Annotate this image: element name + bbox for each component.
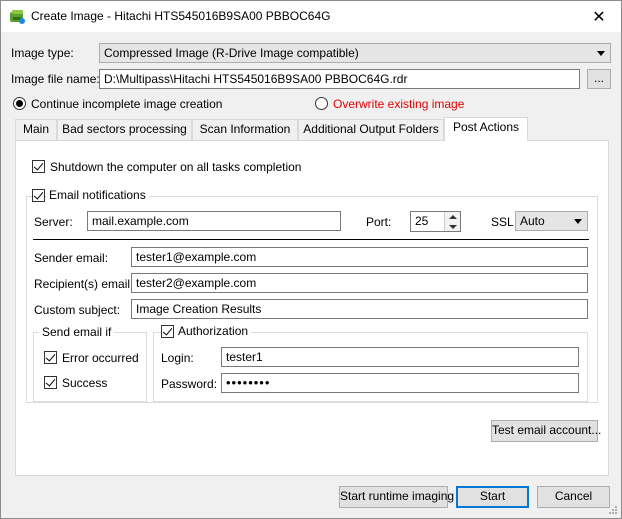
port-stepper[interactable]: 25 xyxy=(410,211,461,232)
custom-subject-label: Custom subject: xyxy=(34,303,121,317)
login-input[interactable]: tester1 xyxy=(221,347,579,367)
window-title: Create Image - Hitachi HTS545016B9SA00 P… xyxy=(31,9,331,23)
continue-label: Continue incomplete image creation xyxy=(31,97,223,111)
password-label: Password: xyxy=(161,377,218,391)
cancel-button[interactable]: Cancel xyxy=(537,486,610,508)
create-image-dialog: Create Image - Hitachi HTS545016B9SA00 P… xyxy=(0,0,622,519)
email-separator xyxy=(33,239,589,240)
recipient-email-value: tester2@example.com xyxy=(136,276,257,290)
image-type-value: Compressed Image (R-Drive Image compatib… xyxy=(104,46,359,60)
close-icon: ✕ xyxy=(592,8,606,26)
image-file-input[interactable]: D:\Multipass\Hitachi HTS545016B9SA00 PBB… xyxy=(99,69,580,89)
send-email-if-title: Send email if xyxy=(39,325,115,339)
close-button[interactable]: ✕ xyxy=(577,1,621,32)
port-label: Port: xyxy=(366,215,392,229)
server-value: mail.example.com xyxy=(92,214,189,228)
resize-grip-icon[interactable] xyxy=(608,505,618,515)
ssl-label: SSL xyxy=(491,215,514,229)
port-spin-buttons[interactable] xyxy=(444,212,460,231)
start-button[interactable]: Start xyxy=(456,486,529,508)
password-value: •••••••• xyxy=(226,375,271,390)
image-file-value: D:\Multipass\Hitachi HTS545016B9SA00 PBB… xyxy=(104,72,408,86)
recipient-email-input[interactable]: tester2@example.com xyxy=(131,273,588,293)
sender-email-label: Sender email: xyxy=(34,251,109,265)
browse-button[interactable]: ... xyxy=(587,69,611,89)
test-email-account-button[interactable]: Test email account... xyxy=(491,420,601,442)
success-checkbox[interactable] xyxy=(44,376,57,389)
recipient-email-label: Recipient(s) email: xyxy=(34,277,134,291)
image-type-label: Image type: xyxy=(11,46,74,60)
app-icon xyxy=(10,10,25,24)
success-label: Success xyxy=(62,376,108,390)
chevron-down-icon xyxy=(597,51,605,56)
shutdown-label: Shutdown the computer on all tasks compl… xyxy=(50,160,302,174)
authorization-checkbox[interactable] xyxy=(161,325,174,338)
sender-email-input[interactable]: tester1@example.com xyxy=(131,247,588,267)
spin-up-icon xyxy=(449,215,457,219)
shutdown-checkbox[interactable] xyxy=(32,160,45,173)
overwrite-radio[interactable] xyxy=(315,97,328,110)
spin-down-icon xyxy=(449,225,457,229)
tab-additional-output-folders[interactable]: Additional Output Folders xyxy=(298,119,444,140)
login-value: tester1 xyxy=(226,350,263,364)
email-notifications-label: Email notifications xyxy=(46,188,149,202)
tab-bad-sectors[interactable]: Bad sectors processing xyxy=(57,119,192,140)
password-input[interactable]: •••••••• xyxy=(221,373,579,393)
ssl-value: Auto xyxy=(520,214,545,228)
server-label: Server: xyxy=(34,215,73,229)
custom-subject-input[interactable]: Image Creation Results xyxy=(131,299,588,319)
tab-main[interactable]: Main xyxy=(15,119,57,140)
ssl-select[interactable]: Auto xyxy=(515,211,588,231)
continue-radio[interactable] xyxy=(13,97,26,110)
title-bar: Create Image - Hitachi HTS545016B9SA00 P… xyxy=(1,1,621,32)
start-runtime-imaging-button[interactable]: Start runtime imaging xyxy=(339,486,454,508)
server-input[interactable]: mail.example.com xyxy=(87,211,341,231)
image-file-label: Image file name: xyxy=(11,72,100,86)
sender-email-value: tester1@example.com xyxy=(136,250,257,264)
email-notifications-checkbox[interactable] xyxy=(32,189,45,202)
chevron-down-icon xyxy=(574,219,582,224)
overwrite-label: Overwrite existing image xyxy=(333,97,465,111)
tab-post-actions[interactable]: Post Actions xyxy=(444,117,528,141)
custom-subject-value: Image Creation Results xyxy=(136,302,262,316)
authorization-label: Authorization xyxy=(175,324,252,338)
tab-scan-information[interactable]: Scan Information xyxy=(192,119,298,140)
login-label: Login: xyxy=(161,351,194,365)
error-occurred-label: Error occurred xyxy=(62,351,139,365)
error-occurred-checkbox[interactable] xyxy=(44,351,57,364)
send-email-if-group xyxy=(33,332,147,402)
post-actions-panel: Shutdown the computer on all tasks compl… xyxy=(15,140,609,476)
image-type-select[interactable]: Compressed Image (R-Drive Image compatib… xyxy=(99,43,611,63)
port-value: 25 xyxy=(415,214,429,228)
